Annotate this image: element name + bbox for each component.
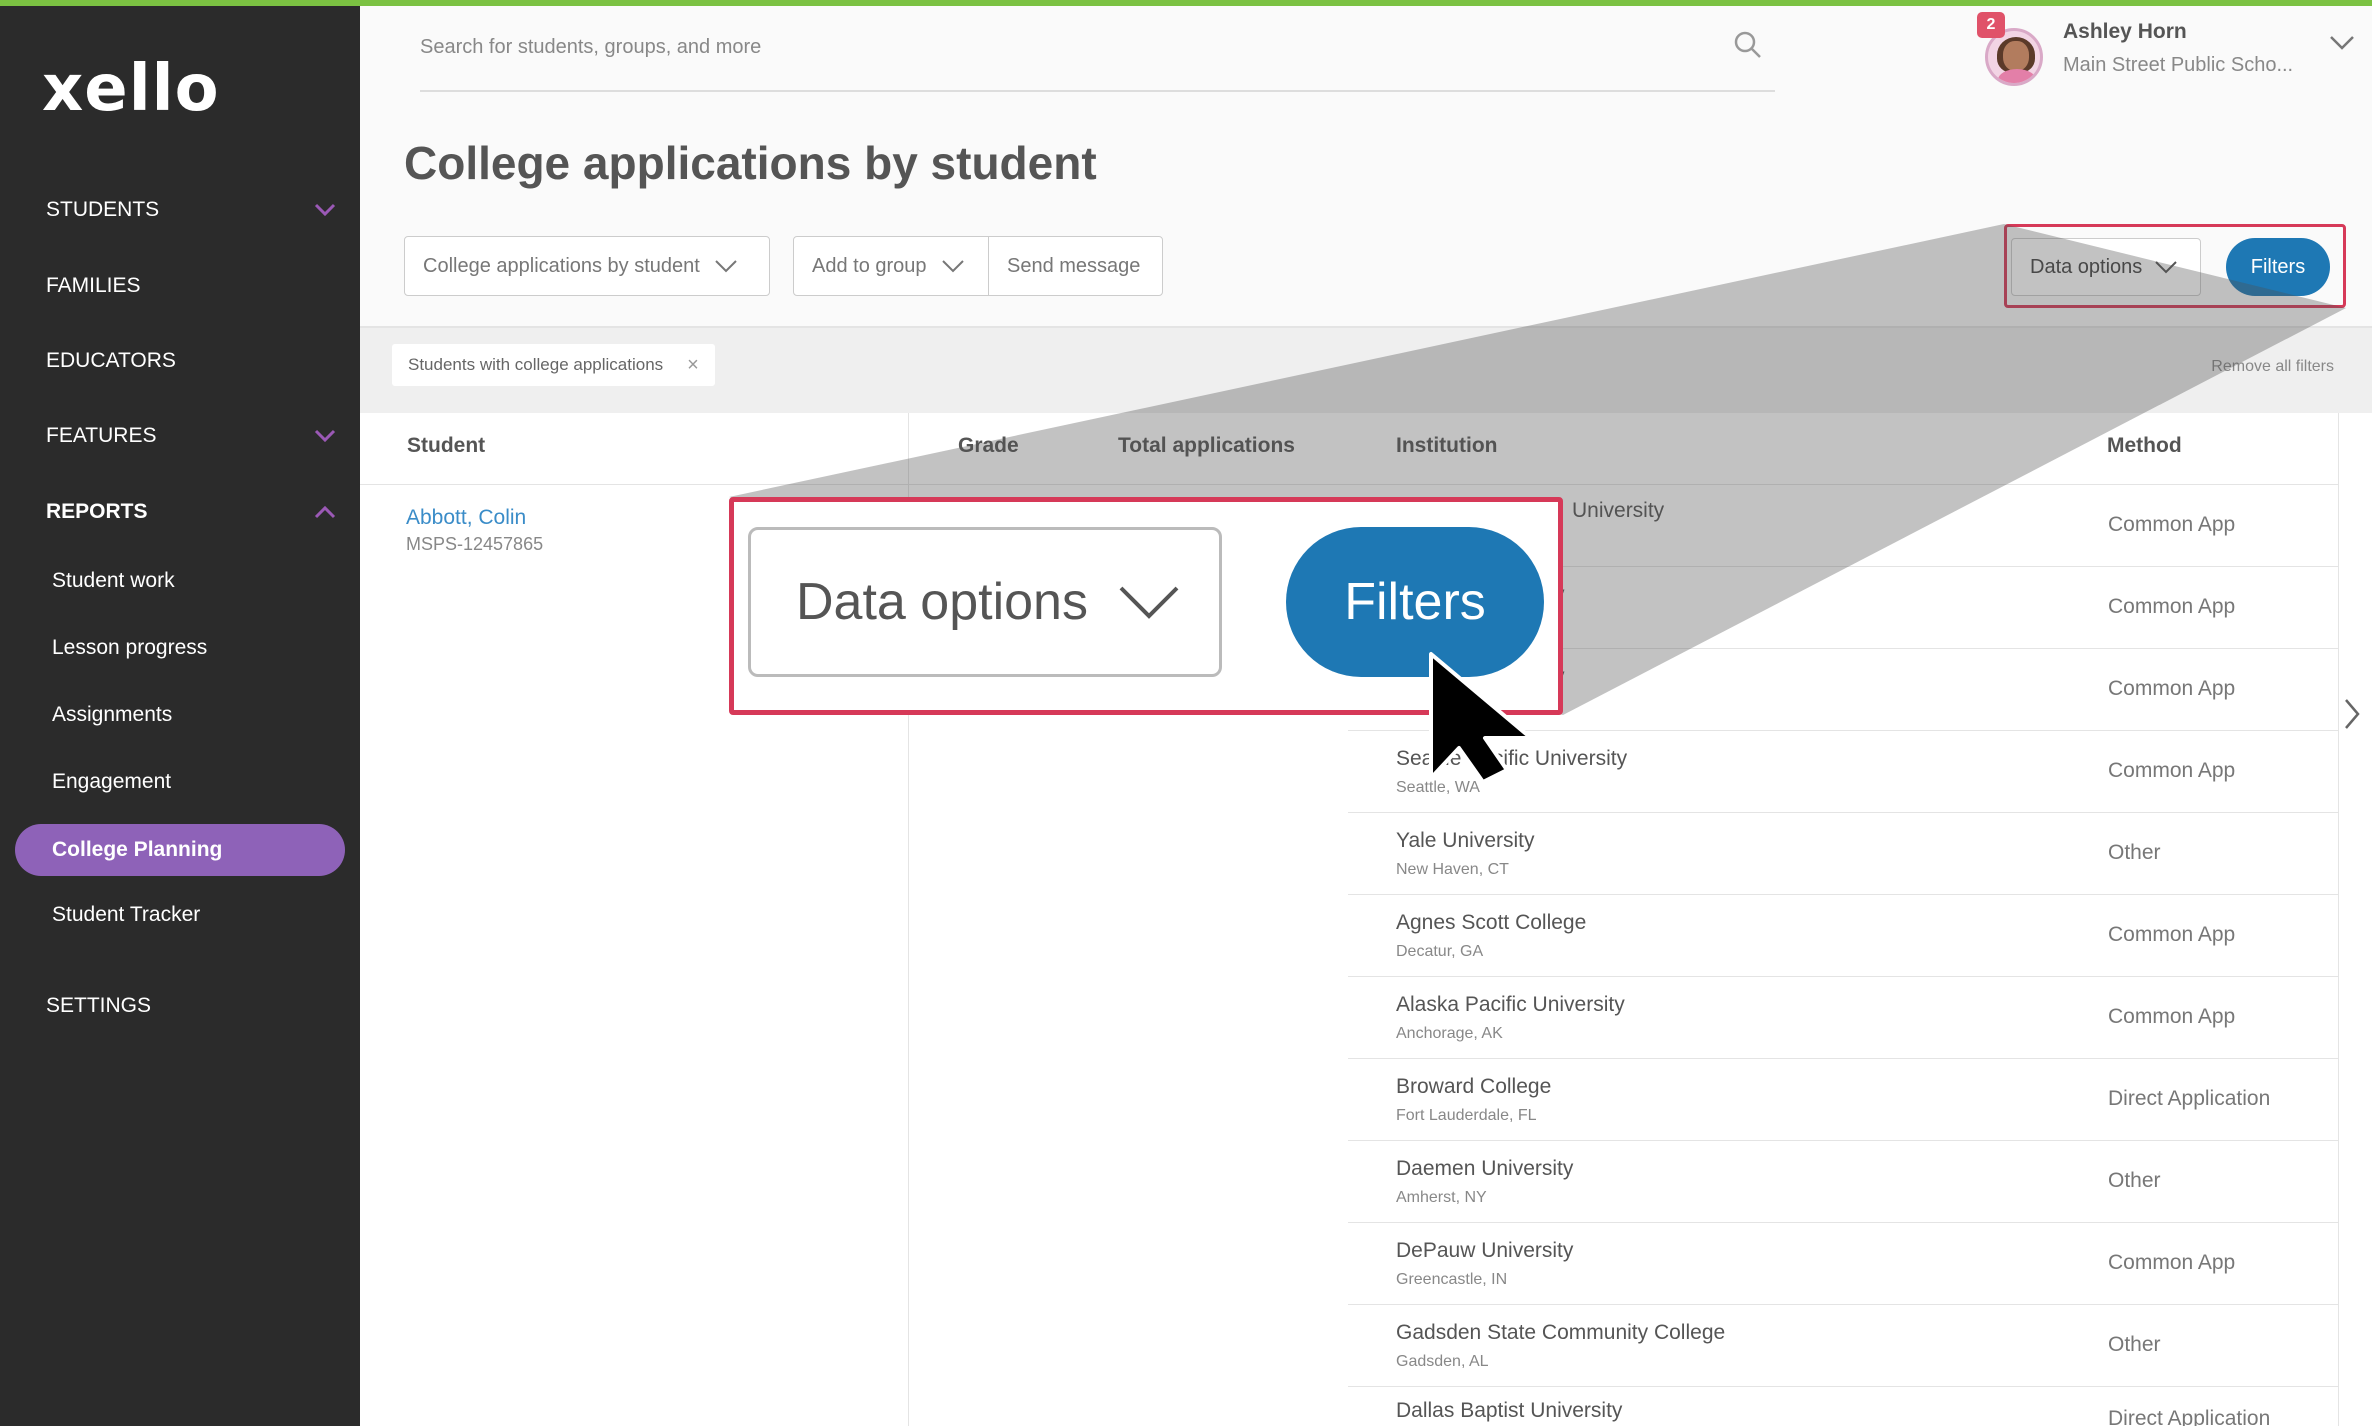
institution-name: Yale University: [1396, 829, 1535, 852]
column-header-student[interactable]: Student: [407, 434, 485, 458]
application-method: Other: [2108, 1169, 2161, 1192]
sidebar-item-families[interactable]: FAMILIES: [46, 274, 336, 298]
table-row: Agnes Scott College Decatur, GA Common A…: [1348, 895, 2338, 977]
close-icon[interactable]: ×: [687, 354, 699, 377]
table-row: Gadsden State Community College Gadsden,…: [1348, 1305, 2338, 1387]
user-name: Ashley Horn: [2063, 20, 2187, 43]
institution-name: DePauw University: [1396, 1239, 1574, 1262]
institution-name: University: [1572, 499, 1665, 522]
application-method: Common App: [2108, 595, 2236, 618]
application-method: Common App: [2108, 513, 2236, 536]
table-row: Dallas Baptist University Direct Applica…: [1348, 1387, 2338, 1426]
application-method: Common App: [2108, 1005, 2236, 1028]
top-accent-line: [0, 0, 2372, 6]
application-method: Common App: [2108, 677, 2236, 700]
send-message-button[interactable]: Send message: [988, 236, 1163, 296]
chevron-down-icon: [314, 429, 336, 443]
sidebar: xello STUDENTS FAMILIES EDUCATORS FEATUR…: [0, 0, 360, 1426]
remove-all-filters-link[interactable]: Remove all filters: [2211, 358, 2334, 376]
chevron-down-icon[interactable]: [2329, 34, 2355, 52]
application-method: Direct Application: [2108, 1087, 2271, 1110]
notification-badge[interactable]: 2: [1977, 12, 2005, 38]
user-school: Main Street Public Scho...: [2063, 54, 2294, 76]
sidebar-item-features[interactable]: FEATURES: [46, 424, 336, 448]
institution-name: Dallas Baptist University: [1396, 1399, 1623, 1422]
chevron-down-icon: [314, 203, 336, 217]
institution-name: Broward College: [1396, 1075, 1552, 1098]
student-name-link[interactable]: Abbott, Colin: [406, 506, 526, 530]
column-header-total-applications[interactable]: Total applications: [1118, 434, 1295, 458]
institution-location: Gadsden, AL: [1396, 1353, 1489, 1370]
table-row: Broward College Fort Lauderdale, FL Dire…: [1348, 1059, 2338, 1141]
application-method: Other: [2108, 841, 2161, 864]
data-options-dropdown[interactable]: Data options: [2011, 238, 2201, 296]
chevron-down-icon: [941, 260, 964, 273]
sidebar-item-college-planning[interactable]: College Planning: [15, 824, 345, 876]
sidebar-item-educators[interactable]: EDUCATORS: [46, 349, 336, 373]
institution-location: Decatur, GA: [1396, 943, 1484, 960]
application-method: Common App: [2108, 1251, 2236, 1274]
application-method: Common App: [2108, 759, 2236, 782]
cursor-pointer-icon: [1429, 652, 1533, 784]
chevron-up-icon: [314, 505, 336, 519]
column-header-institution[interactable]: Institution: [1396, 434, 1497, 458]
sidebar-item-lesson-progress[interactable]: Lesson progress: [52, 636, 207, 660]
application-method: Common App: [2108, 923, 2236, 946]
sidebar-item-reports[interactable]: REPORTS: [46, 500, 336, 524]
table-row: Daemen University Amherst, NY Other: [1348, 1141, 2338, 1223]
column-divider: [2338, 413, 2339, 1426]
institution-location: Greencastle, IN: [1396, 1271, 1508, 1288]
column-header-grade[interactable]: Grade: [958, 434, 1019, 458]
institution-name: Alaska Pacific University: [1396, 993, 1625, 1016]
institution-location: Fort Lauderdale, FL: [1396, 1107, 1537, 1124]
institution-name: Daemen University: [1396, 1157, 1574, 1180]
search-icon[interactable]: [1733, 30, 1763, 60]
filters-button[interactable]: Filters: [2226, 238, 2330, 296]
sidebar-item-student-work[interactable]: Student work: [52, 569, 175, 593]
institution-name: Agnes Scott College: [1396, 911, 1587, 934]
report-select-dropdown[interactable]: College applications by student: [404, 236, 770, 296]
add-to-group-button[interactable]: Add to group: [793, 236, 989, 296]
table-row: Yale University New Haven, CT Other: [1348, 813, 2338, 895]
column-header-method[interactable]: Method: [2107, 434, 2182, 458]
institution-location: Amherst, NY: [1396, 1189, 1487, 1206]
institution-name: Gadsden State Community College: [1396, 1321, 1726, 1344]
institution-location: New Haven, CT: [1396, 861, 1509, 878]
search-input[interactable]: Search for students, groups, and more: [420, 36, 761, 59]
sidebar-item-engagement[interactable]: Engagement: [52, 770, 171, 794]
application-method: Other: [2108, 1333, 2161, 1356]
institution-location: Anchorage, AK: [1396, 1025, 1503, 1042]
sidebar-item-settings[interactable]: SETTINGS: [46, 994, 336, 1018]
application-method: Direct Application: [2108, 1407, 2271, 1426]
filter-chip[interactable]: Students with college applications ×: [392, 344, 715, 386]
sidebar-item-student-tracker[interactable]: Student Tracker: [52, 903, 200, 927]
page-title: College applications by student: [404, 137, 1097, 189]
data-options-dropdown-zoomed[interactable]: Data options: [748, 527, 1222, 677]
chevron-right-icon[interactable]: [2340, 696, 2364, 732]
chevron-down-icon: [1119, 586, 1179, 619]
xello-logo[interactable]: xello: [42, 52, 220, 126]
sidebar-item-assignments[interactable]: Assignments: [52, 703, 172, 727]
search-bar[interactable]: Search for students, groups, and more: [420, 30, 1775, 92]
user-menu[interactable]: 2 Ashley Horn Main Street Public Scho...: [1977, 12, 2355, 86]
chevron-down-icon: [2155, 261, 2178, 274]
sidebar-item-students[interactable]: STUDENTS: [46, 198, 336, 222]
table-row: Alaska Pacific University Anchorage, AK …: [1348, 977, 2338, 1059]
student-id: MSPS-12457865: [406, 534, 544, 554]
chevron-down-icon: [715, 260, 737, 273]
table-row: DePauw University Greencastle, IN Common…: [1348, 1223, 2338, 1305]
